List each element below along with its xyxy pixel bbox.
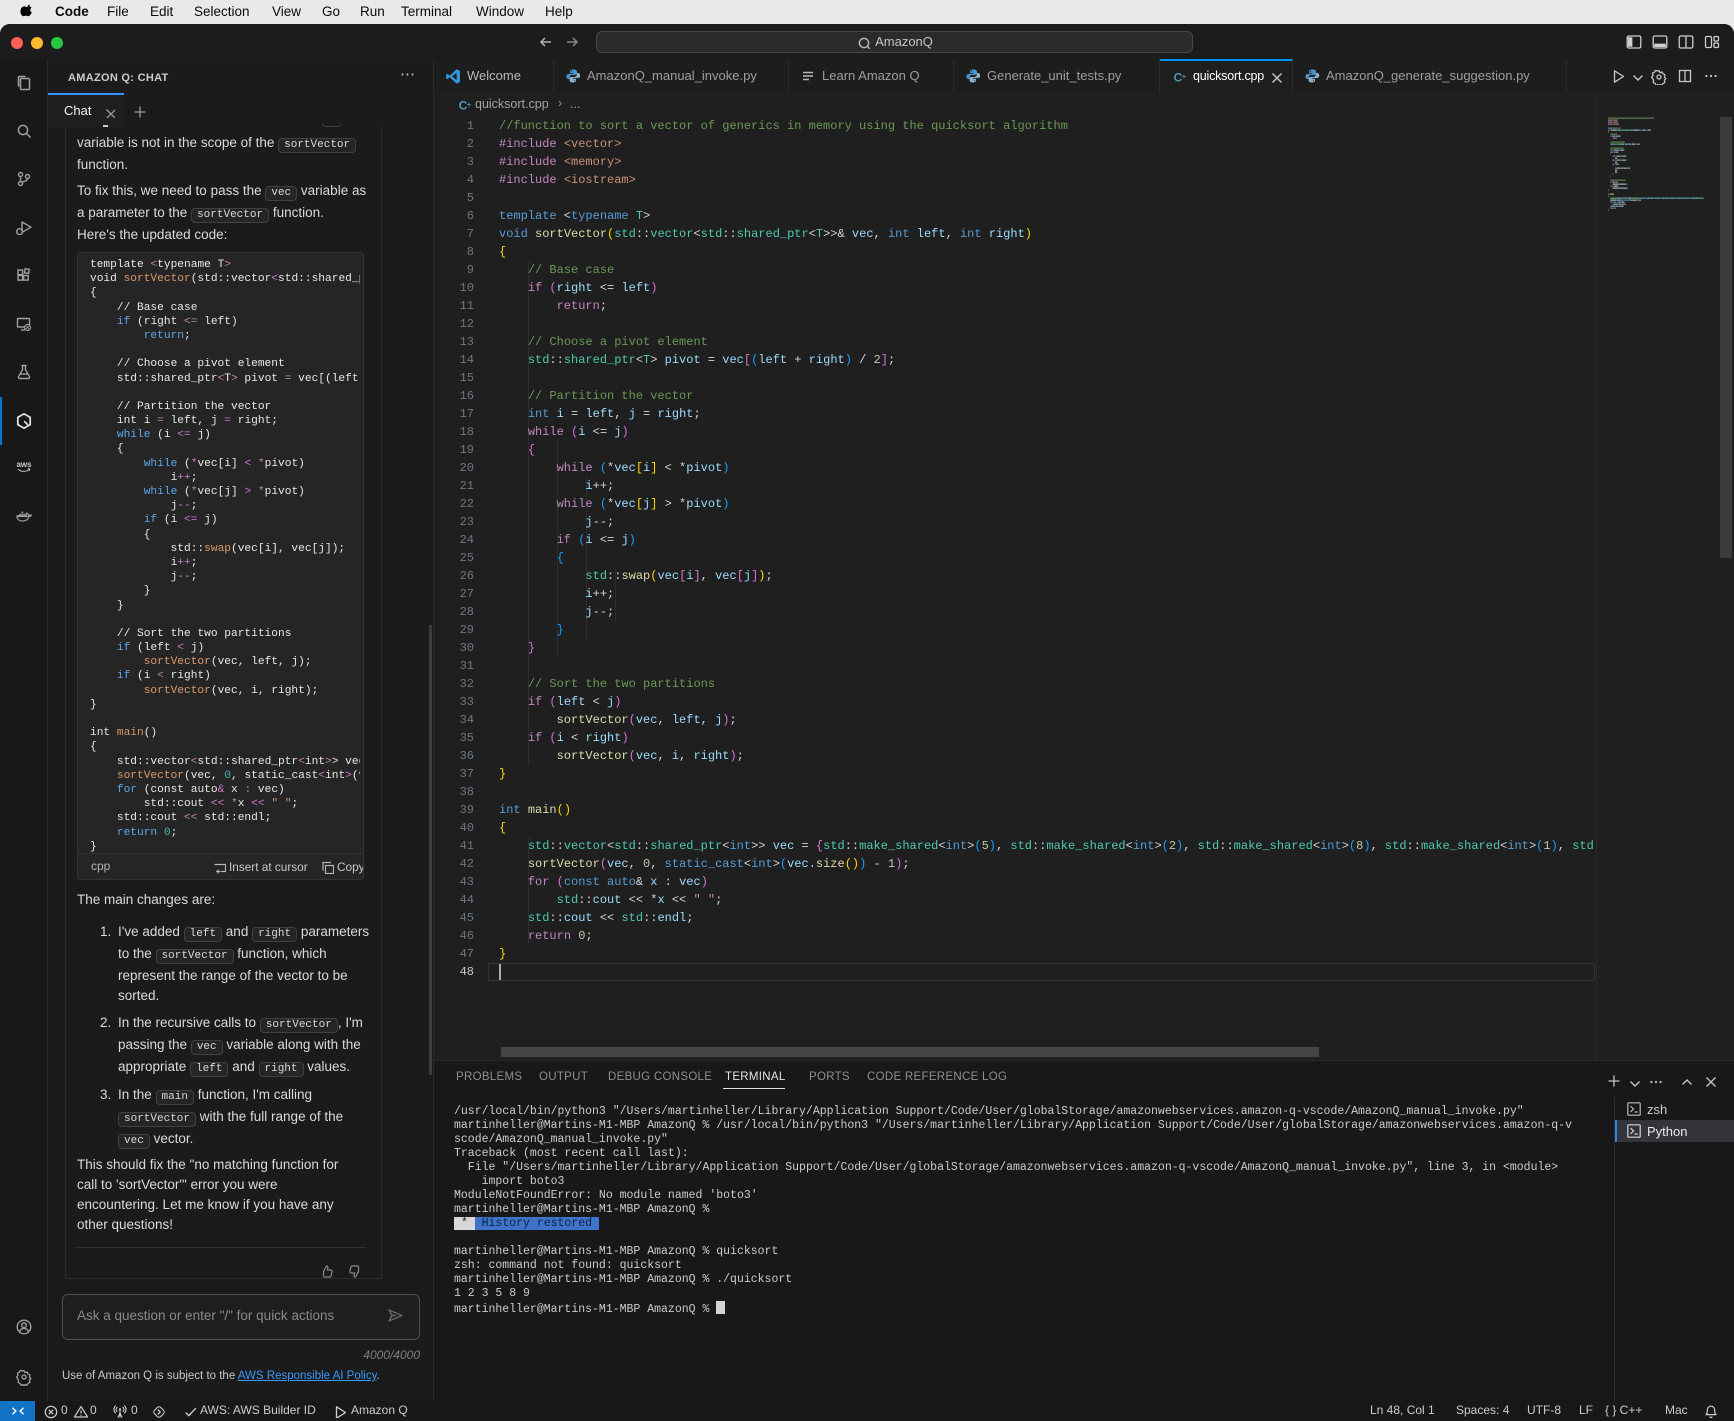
svg-text:aws: aws xyxy=(16,460,32,469)
svg-text:+: + xyxy=(467,100,471,109)
svg-text:+: + xyxy=(1182,72,1187,81)
